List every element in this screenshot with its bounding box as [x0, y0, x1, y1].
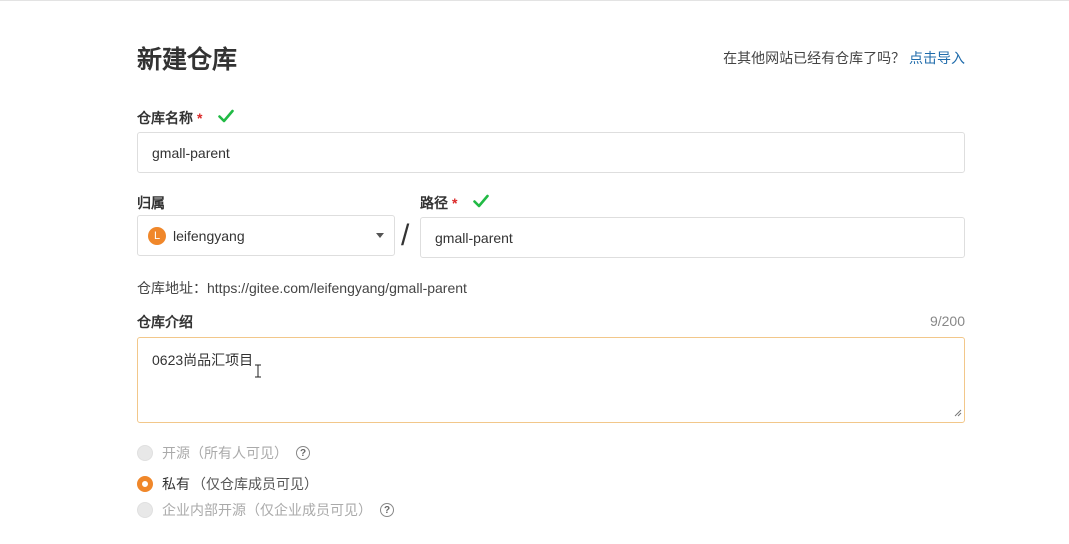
- radio-open-source: [137, 445, 153, 461]
- description-counter: 9/200: [929, 313, 965, 329]
- required-mark: *: [452, 195, 458, 211]
- description-textarea[interactable]: 0623尚品汇项目: [137, 337, 965, 423]
- top-divider: [0, 0, 1069, 1]
- repo-address-label: 仓库地址：: [137, 280, 207, 296]
- option-note: （仅企业成员可见）: [246, 502, 372, 518]
- help-icon[interactable]: ?: [296, 446, 310, 460]
- option-note: （所有人可见）: [190, 445, 288, 461]
- visibility-option-open-source: 开源 （所有人可见） ?: [137, 443, 310, 463]
- repo-name-label: 仓库名称 *: [137, 108, 235, 128]
- check-icon: [473, 194, 490, 211]
- owner-value: leifengyang: [173, 227, 245, 244]
- option-name: 私有: [162, 476, 190, 492]
- owner-label: 归属: [137, 195, 165, 211]
- import-link[interactable]: 点击导入: [909, 50, 965, 66]
- import-prompt: 在其他网站已经有仓库了吗？ 点击导入: [723, 48, 965, 68]
- check-icon: [218, 109, 235, 126]
- path-input[interactable]: gmall-parent: [420, 217, 965, 258]
- option-name: 企业内部开源: [162, 502, 246, 518]
- page-title: 新建仓库: [137, 46, 238, 74]
- path-label: 路径 *: [420, 193, 490, 213]
- visibility-option-enterprise: 企业内部开源 （仅企业成员可见） ?: [137, 500, 394, 520]
- help-icon[interactable]: ?: [380, 503, 394, 517]
- owner-select[interactable]: L leifengyang: [137, 215, 395, 256]
- repo-name-label-text: 仓库名称: [137, 110, 193, 126]
- radio-private[interactable]: [137, 476, 153, 492]
- repo-address: 仓库地址：https://gitee.com/leifengyang/gmall…: [137, 278, 467, 298]
- description-label: 仓库介绍: [137, 314, 193, 330]
- radio-enterprise: [137, 502, 153, 518]
- avatar: L: [148, 226, 166, 245]
- repo-name-value: gmall-parent: [152, 144, 230, 161]
- path-label-text: 路径: [420, 195, 448, 211]
- import-prompt-text: 在其他网站已经有仓库了吗？: [723, 50, 906, 66]
- caret-down-icon: [376, 233, 384, 238]
- visibility-option-private[interactable]: 私有 （仅仓库成员可见）: [137, 474, 318, 494]
- option-note: （仅仓库成员可见）: [192, 476, 318, 492]
- description-value: 0623尚品汇项目: [152, 352, 254, 368]
- path-value: gmall-parent: [435, 229, 513, 246]
- path-separator: /: [401, 219, 410, 252]
- required-mark: *: [197, 110, 203, 126]
- repo-name-input[interactable]: gmall-parent: [137, 132, 965, 173]
- resize-handle-icon[interactable]: [953, 404, 962, 420]
- option-name: 开源: [162, 445, 190, 461]
- repo-address-url: https://gitee.com/leifengyang/gmall-pare…: [207, 280, 467, 296]
- text-cursor-icon: [254, 364, 262, 381]
